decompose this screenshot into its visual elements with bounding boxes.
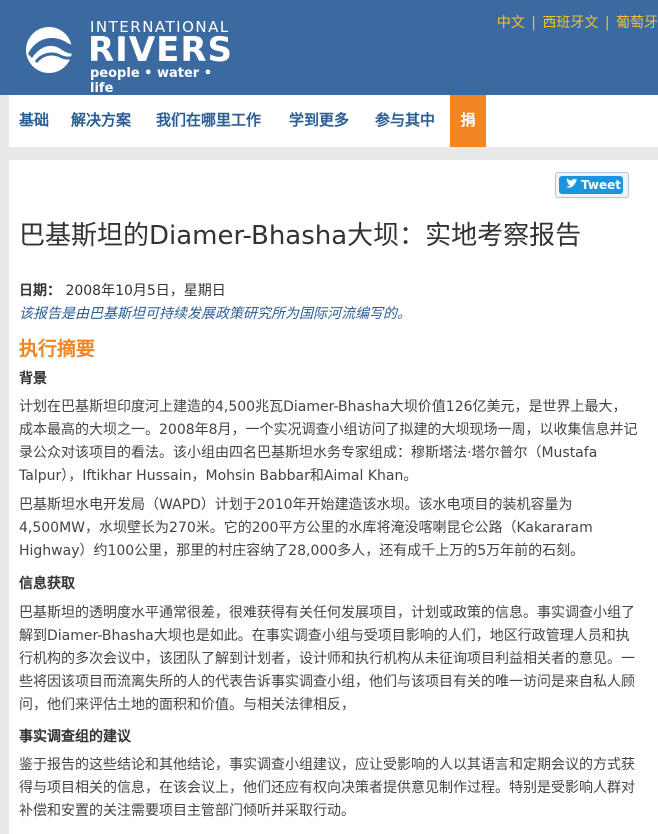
logo-tagline: people • water • life — [90, 66, 213, 96]
twitter-bird-icon — [566, 178, 578, 188]
report-link[interactable]: 报告 — [33, 306, 61, 322]
date-label: 日期： — [19, 283, 61, 299]
institute-link[interactable]: 可持续发展政策研究所 — [145, 306, 285, 322]
credit-middle: 是由巴基斯坦 — [61, 306, 145, 322]
lang-separator: | — [604, 15, 610, 31]
paragraph-recommendations: 鉴于报告的这些结论和其他结论，事实调查小组建议，应让受影响的人以其语言和定期会议… — [19, 757, 635, 819]
nav-item-where-we-work[interactable]: 我们在哪里工作 — [156, 95, 261, 147]
lang-link-chinese[interactable]: 中文 — [497, 15, 525, 31]
tweet-button-inner: Tweet — [559, 176, 623, 194]
paragraph-information-access: 巴基斯坦的透明度水平通常很差，很难获得有关任何发展项目，计划或政策的信息。事实调… — [19, 605, 635, 713]
lang-link-portuguese[interactable]: 葡萄牙 — [616, 15, 658, 31]
nav-item-basics[interactable]: 基础 — [19, 95, 49, 147]
international-rivers-logo[interactable]: INTERNATIONAL RIVERS people • water • li… — [22, 18, 232, 96]
lang-link-spanish[interactable]: 西班牙文 — [542, 15, 598, 31]
section-heading-background: 背景 — [19, 371, 47, 387]
page-title: 巴基斯坦的Diamer-Bhasha大坝：实地考察报告 — [19, 221, 582, 252]
article-date: 日期： 2008年10月5日，星期日 — [19, 280, 226, 300]
paragraph-background-2: 巴基斯坦水电开发局（WAPD）计划于2010年开始建造该水坝。该水电项目的装机容… — [19, 497, 593, 559]
credit-prefix: 该 — [19, 306, 33, 322]
language-switcher: 中文 | 西班牙文 | 葡萄牙 — [497, 12, 658, 32]
river-wave-icon — [26, 27, 84, 73]
tweet-label: Tweet — [581, 178, 621, 192]
credit-suffix: 为国际河流编写的。 — [285, 306, 411, 322]
nav-item-get-involved[interactable]: 参与其中 — [375, 95, 435, 147]
report-credit: 该报告是由巴基斯坦可持续发展政策研究所为国际河流编写的。 — [19, 303, 411, 323]
article-content: Tweet 巴基斯坦的Diamer-Bhasha大坝：实地考察报告 日期： 20… — [9, 160, 658, 834]
nav-item-solutions[interactable]: 解决方案 — [71, 95, 131, 147]
main-nav: 基础 解决方案 我们在哪里工作 学到更多 参与其中 捐 — [9, 95, 658, 147]
paragraph-background-1: 计划在巴基斯坦印度河上建造的4,500兆瓦Diamer-Bhasha大坝价值12… — [19, 399, 638, 484]
executive-summary-heading: 执行摘要 — [19, 338, 96, 360]
lang-separator: | — [531, 15, 536, 31]
nav-donate-button[interactable]: 捐 — [450, 95, 486, 147]
site-header: INTERNATIONAL RIVERS people • water • li… — [0, 0, 658, 96]
nav-item-learn-more[interactable]: 学到更多 — [289, 95, 349, 147]
tweet-button[interactable]: Tweet — [555, 172, 629, 198]
section-heading-recommendations: 事实调查组的建议 — [19, 729, 131, 745]
logo-main-text: RIVERS — [88, 30, 234, 70]
date-value: 2008年10月5日，星期日 — [65, 283, 226, 299]
section-heading-information-access: 信息获取 — [19, 576, 75, 592]
